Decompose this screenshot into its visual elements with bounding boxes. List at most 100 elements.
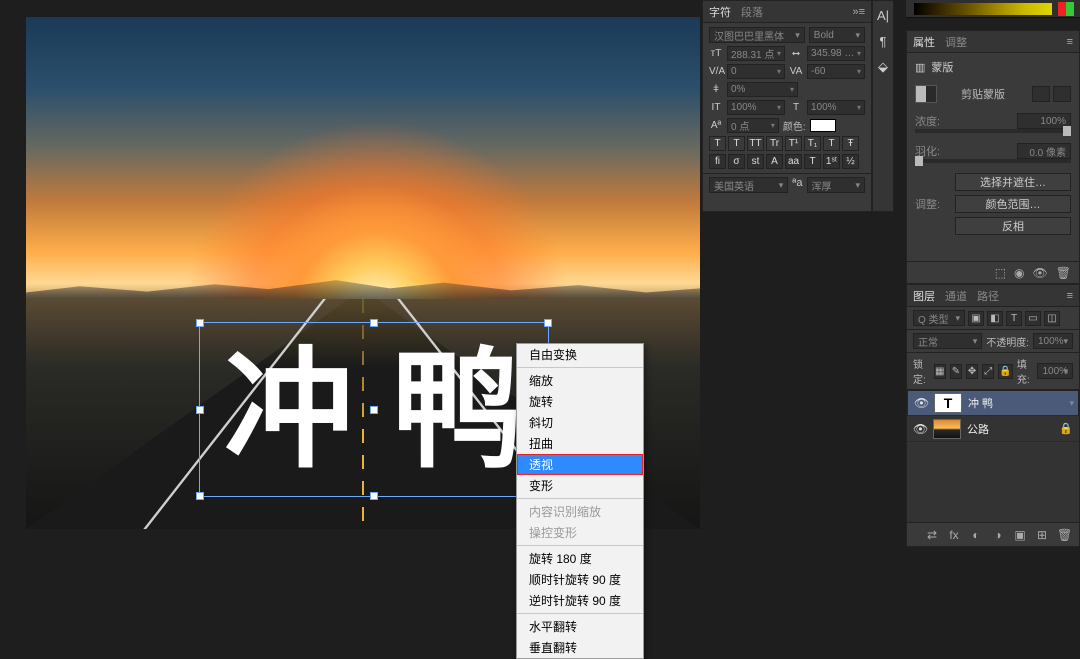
- layer-row-bg[interactable]: 👁 公路 🔒: [907, 416, 1079, 442]
- color-ramp[interactable]: [906, 0, 1080, 18]
- layer-fx-icon[interactable]: fx: [947, 528, 961, 542]
- handle-bm[interactable]: [370, 492, 378, 500]
- handle-tm[interactable]: [370, 319, 378, 327]
- baseline-input[interactable]: 0 点: [727, 118, 779, 133]
- mask-thumb-icon[interactable]: [915, 85, 937, 103]
- layer-filter-kind[interactable]: Q 类型: [913, 310, 965, 326]
- character-dock-icon[interactable]: A|: [875, 7, 891, 23]
- blend-mode-select[interactable]: 正常: [913, 333, 982, 349]
- ot-titling[interactable]: T: [804, 154, 821, 169]
- handle-center[interactable]: [370, 406, 378, 414]
- tab-channels[interactable]: 通道: [945, 288, 967, 304]
- tracking-input[interactable]: -60: [807, 64, 865, 79]
- style-superscript[interactable]: T¹: [785, 136, 802, 151]
- filter-shape-icon[interactable]: ▭: [1025, 311, 1041, 326]
- link-layers-icon[interactable]: ⇄: [925, 528, 939, 542]
- ot-ordinals[interactable]: 1ˢᵗ: [823, 154, 840, 169]
- ctx-rotate[interactable]: 旋转: [517, 391, 643, 412]
- transform-bounding-box[interactable]: 冲 鸭: [199, 322, 549, 497]
- ctx-distort[interactable]: 扭曲: [517, 433, 643, 454]
- visibility-toggle-icon[interactable]: 👁: [913, 422, 927, 436]
- handle-tl[interactable]: [196, 319, 204, 327]
- ctx-flip-horizontal[interactable]: 水平翻转: [517, 616, 643, 637]
- leading-input[interactable]: 345.98 …: [807, 46, 865, 61]
- style-bold[interactable]: T: [709, 136, 726, 151]
- panel-flyout-icon[interactable]: »≡: [852, 6, 865, 18]
- ctx-rotate-ccw-90[interactable]: 逆时针旋转 90 度: [517, 590, 643, 611]
- tab-properties[interactable]: 属性: [913, 34, 935, 50]
- ot-discretionary[interactable]: st: [747, 154, 764, 169]
- ctx-flip-vertical[interactable]: 垂直翻转: [517, 637, 643, 658]
- feather-slider[interactable]: [915, 159, 1071, 163]
- vert-scale-input[interactable]: 100%: [727, 100, 785, 115]
- properties-flyout-icon[interactable]: ≡: [1067, 36, 1073, 48]
- style-strike[interactable]: Ŧ: [842, 136, 859, 151]
- delete-layer-icon[interactable]: 🗑: [1057, 528, 1071, 542]
- handle-ml[interactable]: [196, 406, 204, 414]
- lock-artboard-icon[interactable]: ⤢: [982, 364, 994, 379]
- tab-character[interactable]: 字符: [709, 4, 731, 20]
- style-smallcaps[interactable]: Tr: [766, 136, 783, 151]
- ctx-warp[interactable]: 变形: [517, 475, 643, 496]
- delete-mask-icon[interactable]: 🗑: [1056, 266, 1071, 280]
- kerning-input[interactable]: 0: [727, 64, 785, 79]
- style-italic[interactable]: T: [728, 136, 745, 151]
- color-range-button[interactable]: 颜色范围…: [955, 195, 1071, 213]
- new-adjustment-icon[interactable]: ◑: [991, 528, 1005, 542]
- horiz-scale-input[interactable]: 100%: [807, 100, 865, 115]
- select-and-mask-button[interactable]: 选择并遮住…: [955, 173, 1071, 191]
- ctx-skew[interactable]: 斜切: [517, 412, 643, 433]
- language-select[interactable]: 美国英语: [709, 177, 788, 193]
- ctx-rotate-cw-90[interactable]: 顺时针旋转 90 度: [517, 569, 643, 590]
- layer-lock-icon[interactable]: 🔒: [1059, 422, 1073, 435]
- mask-from-sel-icon[interactable]: ⬚: [995, 266, 1006, 280]
- kern-percent-input[interactable]: 0%: [727, 82, 798, 97]
- antialias-select[interactable]: 浑厚: [807, 177, 866, 193]
- ot-fractions[interactable]: ½: [842, 154, 859, 169]
- feather-value[interactable]: 0.0 像素: [1017, 143, 1071, 159]
- ctx-free-transform[interactable]: 自由变换: [517, 344, 643, 365]
- vector-mask-button[interactable]: [1053, 86, 1071, 102]
- opacity-input[interactable]: 100%: [1033, 333, 1073, 349]
- disable-mask-icon[interactable]: 👁: [1033, 266, 1048, 280]
- handle-bl[interactable]: [196, 492, 204, 500]
- font-weight-select[interactable]: Bold: [809, 27, 865, 43]
- paragraph-dock-icon[interactable]: ¶: [875, 33, 891, 49]
- style-allcaps[interactable]: TT: [747, 136, 764, 151]
- new-group-icon[interactable]: ▣: [1013, 528, 1027, 542]
- lock-all-icon[interactable]: 🔒: [998, 364, 1012, 379]
- style-underline[interactable]: T: [823, 136, 840, 151]
- ot-contextual[interactable]: σ: [728, 154, 745, 169]
- ctx-rotate-180[interactable]: 旋转 180 度: [517, 548, 643, 569]
- style-subscript[interactable]: T₁: [804, 136, 821, 151]
- visibility-toggle-icon[interactable]: 👁: [914, 396, 928, 410]
- layer-name[interactable]: 公路: [967, 421, 1053, 437]
- fill-input[interactable]: 100%: [1037, 363, 1073, 379]
- apply-mask-icon[interactable]: ◉: [1014, 266, 1024, 280]
- invert-button[interactable]: 反相: [955, 217, 1071, 235]
- ot-ligatures[interactable]: fi: [709, 154, 726, 169]
- ot-swash[interactable]: A: [766, 154, 783, 169]
- font-family-select[interactable]: 汉图巴巴里黑体: [709, 27, 805, 43]
- layer-name[interactable]: 冲 鸭: [968, 395, 1072, 411]
- ot-stylistic[interactable]: aa: [785, 154, 802, 169]
- filter-smart-icon[interactable]: ◫: [1044, 311, 1060, 326]
- filter-text-icon[interactable]: T: [1006, 311, 1022, 326]
- filter-pixel-icon[interactable]: ▣: [968, 311, 984, 326]
- filter-adjust-icon[interactable]: ◧: [987, 311, 1003, 326]
- handle-tr[interactable]: [544, 319, 552, 327]
- lock-transparent-icon[interactable]: ▦: [934, 364, 946, 379]
- density-slider[interactable]: [915, 129, 1071, 133]
- layers-flyout-icon[interactable]: ≡: [1067, 290, 1073, 302]
- tab-layers[interactable]: 图层: [913, 288, 935, 304]
- pixel-mask-button[interactable]: [1032, 86, 1050, 102]
- ctx-perspective[interactable]: 透视: [517, 454, 643, 475]
- layer-row-text[interactable]: 👁 T 冲 鸭: [907, 390, 1079, 416]
- tab-adjustments[interactable]: 调整: [945, 34, 967, 50]
- font-size-input[interactable]: 288.31 点: [727, 46, 785, 61]
- text-color-swatch[interactable]: [810, 119, 836, 132]
- tab-paths[interactable]: 路径: [977, 288, 999, 304]
- lock-pixels-icon[interactable]: ✎: [950, 364, 962, 379]
- add-mask-icon[interactable]: ◐: [969, 528, 983, 542]
- tab-paragraph[interactable]: 段落: [741, 4, 763, 20]
